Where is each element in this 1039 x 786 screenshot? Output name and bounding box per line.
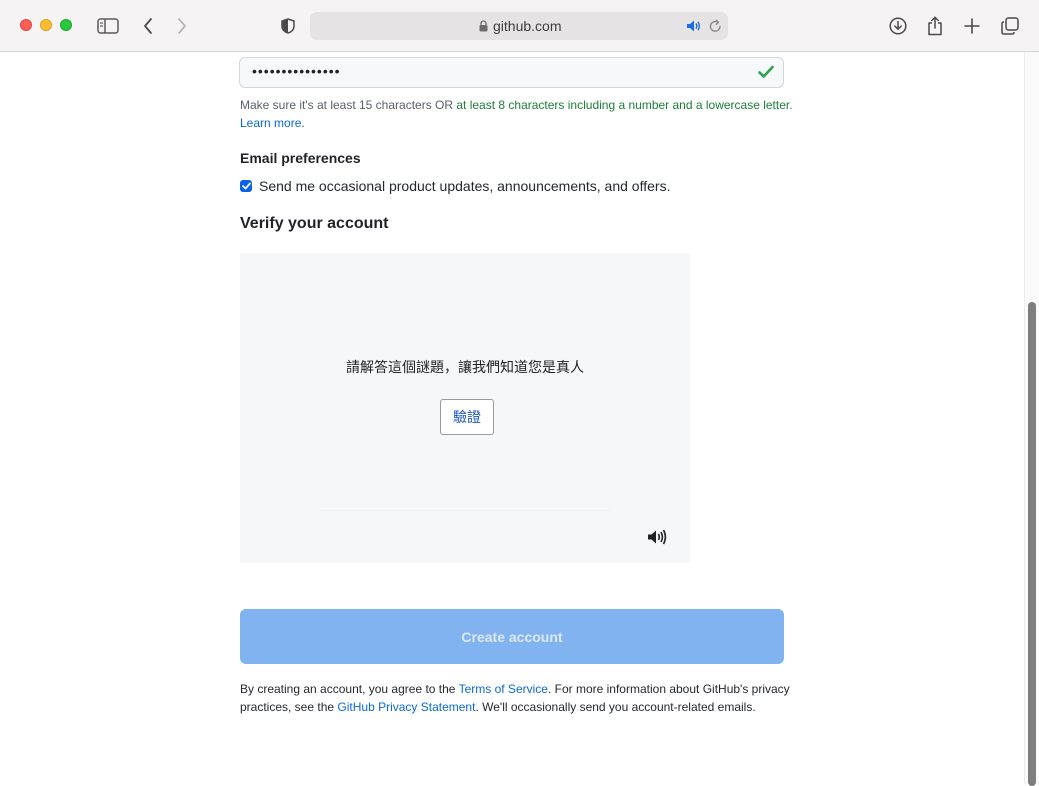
captcha-divider	[320, 510, 610, 511]
downloads-button[interactable]	[886, 14, 910, 38]
tab-overview-button[interactable]	[998, 14, 1022, 38]
email-updates-checkbox[interactable]	[240, 180, 252, 192]
share-button[interactable]	[923, 14, 947, 38]
terms-text-3: . We'll occasionally send you account-re…	[475, 700, 756, 714]
terms-of-service-link[interactable]: Terms of Service	[459, 682, 548, 696]
privacy-report-button[interactable]	[276, 14, 300, 38]
plus-icon	[964, 18, 980, 34]
sidebar-toggle-button[interactable]	[96, 14, 120, 38]
email-preferences-heading: Email preferences	[240, 150, 361, 166]
download-icon	[889, 17, 907, 35]
address-bar-url: github.com	[493, 18, 562, 34]
zoom-window-button[interactable]	[60, 19, 72, 31]
password-hint: Make sure it's at least 15 characters OR…	[240, 96, 800, 132]
captcha-prompt: 請解答這個謎題，讓我們知道您是真人	[346, 360, 584, 376]
reload-icon[interactable]	[709, 19, 722, 33]
shield-icon	[281, 18, 295, 34]
terms-text-1: By creating an account, you agree to the	[240, 682, 459, 696]
password-input[interactable]: •••••••••••••••	[239, 57, 784, 88]
check-icon	[758, 65, 774, 78]
close-window-button[interactable]	[20, 19, 32, 31]
share-icon	[928, 16, 942, 36]
checkmark-icon	[241, 182, 251, 190]
learn-more-period: .	[301, 116, 305, 130]
chevron-left-icon	[144, 18, 152, 34]
new-tab-button[interactable]	[960, 14, 984, 38]
terms-notice: By creating an account, you agree to the…	[240, 680, 800, 716]
browser-toolbar: github.com	[0, 0, 1039, 52]
captcha-frame: 請解答這個謎題，讓我們知道您是真人 驗證	[240, 253, 690, 563]
sidebar-icon	[97, 18, 119, 34]
audio-playing-icon[interactable]	[686, 19, 702, 33]
password-masked-value: •••••••••••••••	[252, 63, 341, 79]
email-updates-label[interactable]: Send me occasional product updates, anno…	[259, 178, 670, 194]
verify-account-heading: Verify your account	[240, 215, 389, 232]
tabs-icon	[1001, 17, 1019, 35]
forward-button[interactable]	[170, 14, 194, 38]
password-hint-text: Make sure it's at least 15 characters OR	[240, 98, 457, 112]
minimize-window-button[interactable]	[40, 19, 52, 31]
address-bar[interactable]: github.com	[310, 12, 728, 40]
learn-more-link[interactable]: Learn more	[240, 116, 301, 130]
email-preferences-option[interactable]: Send me occasional product updates, anno…	[240, 178, 670, 194]
chevron-right-icon	[178, 18, 186, 34]
audio-challenge-icon[interactable]	[647, 529, 667, 545]
scrollbar-thumb[interactable]	[1028, 302, 1036, 786]
captcha-verify-button[interactable]: 驗證	[440, 399, 494, 435]
back-button[interactable]	[136, 14, 160, 38]
password-hint-rule: at least 8 characters including a number…	[456, 98, 790, 112]
privacy-statement-link[interactable]: GitHub Privacy Statement	[337, 700, 475, 714]
create-account-button[interactable]: Create account	[240, 609, 784, 664]
password-hint-period: .	[789, 98, 793, 112]
lock-icon	[479, 20, 488, 32]
